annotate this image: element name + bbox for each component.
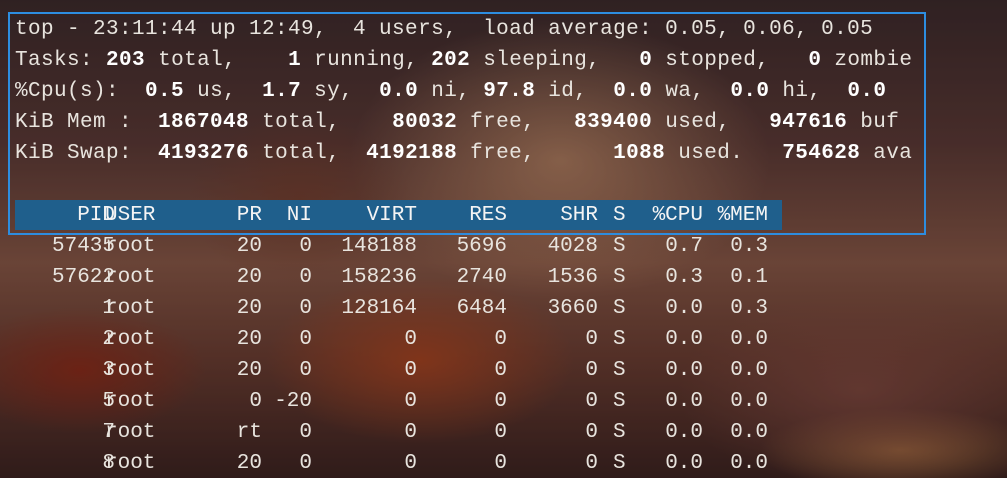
terminal-window[interactable]: top - 23:11:44 up 12:49, 4 users, load a… — [0, 0, 1007, 478]
cell-mem: 0.0 — [730, 421, 768, 444]
cell-pr: rt — [236, 421, 262, 444]
cell-s: S — [613, 235, 626, 258]
process-row[interactable]: 8 root 20 0 0 0 0 S 0.0 0.0 — [0, 448, 1007, 479]
cell-pid: 8 — [102, 452, 115, 475]
cell-shr: 0 — [585, 390, 598, 413]
cell-pid: 2 — [102, 328, 115, 351]
cell-s: S — [613, 390, 626, 413]
cell-s: S — [613, 266, 626, 289]
cell-shr: 0 — [585, 359, 598, 382]
cell-mem: 0.0 — [730, 359, 768, 382]
cell-ni: 0 — [299, 359, 312, 382]
cell-shr: 3660 — [547, 297, 598, 320]
cell-cpu: 0.0 — [665, 421, 703, 444]
cell-user: root — [105, 452, 156, 475]
process-row[interactable]: 7 root rt 0 0 0 0 S 0.0 0.0 — [0, 417, 1007, 448]
cell-s: S — [613, 328, 626, 351]
cell-s: S — [613, 421, 626, 444]
cell-pr: 20 — [236, 359, 262, 382]
cell-pid: 7 — [102, 421, 115, 444]
cell-pid: 5 — [102, 390, 115, 413]
process-row[interactable]: 1 root 20 0 128164 6484 3660 S 0.0 0.3 — [0, 293, 1007, 324]
cell-cpu: 0.0 — [665, 359, 703, 382]
cell-cpu: 0.0 — [665, 328, 703, 351]
process-row[interactable]: 5 root 0 -20 0 0 0 S 0.0 0.0 — [0, 386, 1007, 417]
cell-virt: 0 — [404, 359, 417, 382]
process-row[interactable]: 57622 root 20 0 158236 2740 1536 S 0.3 0.1 — [0, 262, 1007, 293]
cell-virt: 128164 — [341, 297, 417, 320]
cell-user: root — [105, 328, 156, 351]
cell-pid: 57435 — [51, 235, 115, 258]
cell-shr: 4028 — [547, 235, 598, 258]
cell-mem: 0.3 — [730, 235, 768, 258]
cell-pid: 1 — [102, 297, 115, 320]
cell-user: root — [105, 359, 156, 382]
cell-shr: 0 — [585, 421, 598, 444]
cell-res: 0 — [494, 328, 507, 351]
cell-user: root — [105, 421, 156, 444]
cell-pid: 3 — [102, 359, 115, 382]
cell-virt: 0 — [404, 452, 417, 475]
summary-highlight-box — [8, 12, 926, 235]
cell-virt: 0 — [404, 390, 417, 413]
cell-ni: 0 — [299, 421, 312, 444]
cell-user: root — [105, 297, 156, 320]
cell-ni: 0 — [299, 297, 312, 320]
cell-pr: 0 — [249, 390, 262, 413]
cell-cpu: 0.0 — [665, 297, 703, 320]
cell-s: S — [613, 297, 626, 320]
process-row[interactable]: 3 root 20 0 0 0 0 S 0.0 0.0 — [0, 355, 1007, 386]
cell-user: root — [105, 390, 156, 413]
cell-mem: 0.1 — [730, 266, 768, 289]
cell-cpu: 0.0 — [665, 452, 703, 475]
cell-shr: 0 — [585, 328, 598, 351]
cell-virt: 0 — [404, 328, 417, 351]
cell-mem: 0.0 — [730, 390, 768, 413]
cell-ni: -20 — [274, 390, 312, 413]
cell-cpu: 0.0 — [665, 390, 703, 413]
cell-s: S — [613, 359, 626, 382]
cell-pr: 20 — [236, 452, 262, 475]
cell-pr: 20 — [236, 266, 262, 289]
cell-res: 0 — [494, 359, 507, 382]
cell-res: 5696 — [456, 235, 507, 258]
cell-res: 6484 — [456, 297, 507, 320]
process-row[interactable]: 57435 root 20 0 148188 5696 4028 S 0.7 0.3 — [0, 231, 1007, 262]
cell-res: 0 — [494, 390, 507, 413]
cell-ni: 0 — [299, 235, 312, 258]
cell-pr: 20 — [236, 235, 262, 258]
cell-virt: 158236 — [341, 266, 417, 289]
cell-ni: 0 — [299, 452, 312, 475]
cell-user: root — [105, 235, 156, 258]
cell-pid: 57622 — [51, 266, 115, 289]
cell-s: S — [613, 452, 626, 475]
cell-res: 2740 — [456, 266, 507, 289]
cell-ni: 0 — [299, 266, 312, 289]
cell-res: 0 — [494, 421, 507, 444]
cell-pr: 20 — [236, 328, 262, 351]
cell-virt: 0 — [404, 421, 417, 444]
cell-mem: 0.0 — [730, 328, 768, 351]
cell-shr: 0 — [585, 452, 598, 475]
cell-pr: 20 — [236, 297, 262, 320]
cell-cpu: 0.7 — [665, 235, 703, 258]
cell-ni: 0 — [299, 328, 312, 351]
cell-user: root — [105, 266, 156, 289]
cell-shr: 1536 — [547, 266, 598, 289]
cell-cpu: 0.3 — [665, 266, 703, 289]
cell-virt: 148188 — [341, 235, 417, 258]
cell-mem: 0.3 — [730, 297, 768, 320]
process-row[interactable]: 2 root 20 0 0 0 0 S 0.0 0.0 — [0, 324, 1007, 355]
cell-mem: 0.0 — [730, 452, 768, 475]
cell-res: 0 — [494, 452, 507, 475]
